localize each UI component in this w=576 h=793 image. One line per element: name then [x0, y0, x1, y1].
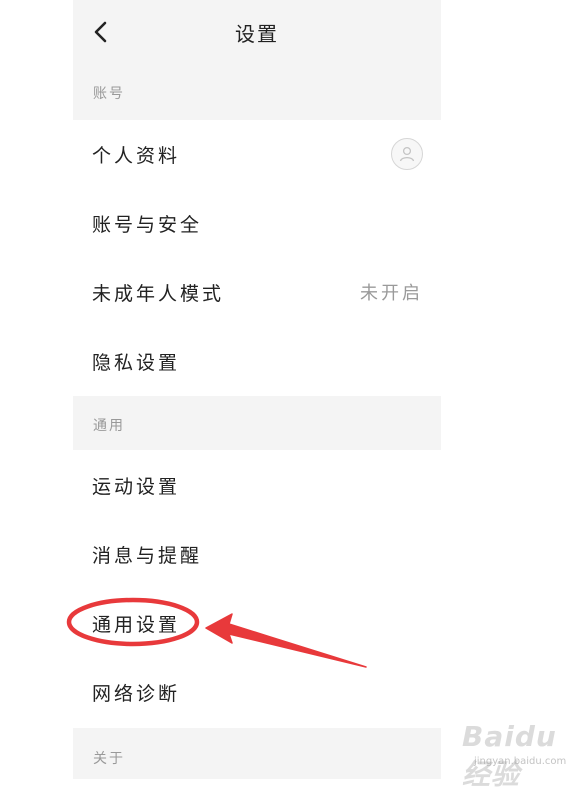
- settings-item-label: 账号与安全: [92, 213, 203, 236]
- settings-screen: 设置 账号 个人资料 账号与安全 未成年人模式 未开启 隐私设置 通用 运动设置…: [73, 0, 441, 779]
- settings-item-notifications[interactable]: 消息与提醒: [73, 520, 441, 588]
- watermark: Baidu经验 jingyan.baidu.com: [452, 718, 570, 791]
- section-header-general: 通用: [73, 396, 441, 450]
- section-header-about: 关于: [73, 728, 441, 779]
- section-header-account: 账号: [73, 64, 441, 120]
- avatar-icon: [391, 138, 423, 170]
- settings-item-network-diagnosis[interactable]: 网络诊断: [73, 658, 441, 726]
- settings-item-sport[interactable]: 运动设置: [73, 451, 441, 519]
- settings-item-label: 未成年人模式: [92, 282, 225, 305]
- settings-item-label: 运动设置: [92, 475, 181, 498]
- settings-item-privacy[interactable]: 隐私设置: [73, 327, 441, 395]
- settings-item-account-security[interactable]: 账号与安全: [73, 189, 441, 257]
- settings-item-label: 个人资料: [92, 144, 181, 167]
- settings-item-label: 通用设置: [92, 613, 181, 636]
- minor-mode-status: 未开启: [360, 283, 423, 304]
- settings-item-label: 消息与提醒: [92, 544, 203, 567]
- settings-item-label: 网络诊断: [92, 682, 181, 705]
- watermark-subtext: jingyan.baidu.com: [474, 756, 567, 767]
- settings-item-general-settings[interactable]: 通用设置: [73, 589, 441, 657]
- top-bar: 设置: [73, 0, 441, 64]
- settings-item-label: 隐私设置: [92, 351, 181, 374]
- settings-item-profile[interactable]: 个人资料: [73, 120, 441, 188]
- page-title: 设置: [235, 22, 279, 46]
- settings-item-minor-mode[interactable]: 未成年人模式 未开启: [73, 258, 441, 326]
